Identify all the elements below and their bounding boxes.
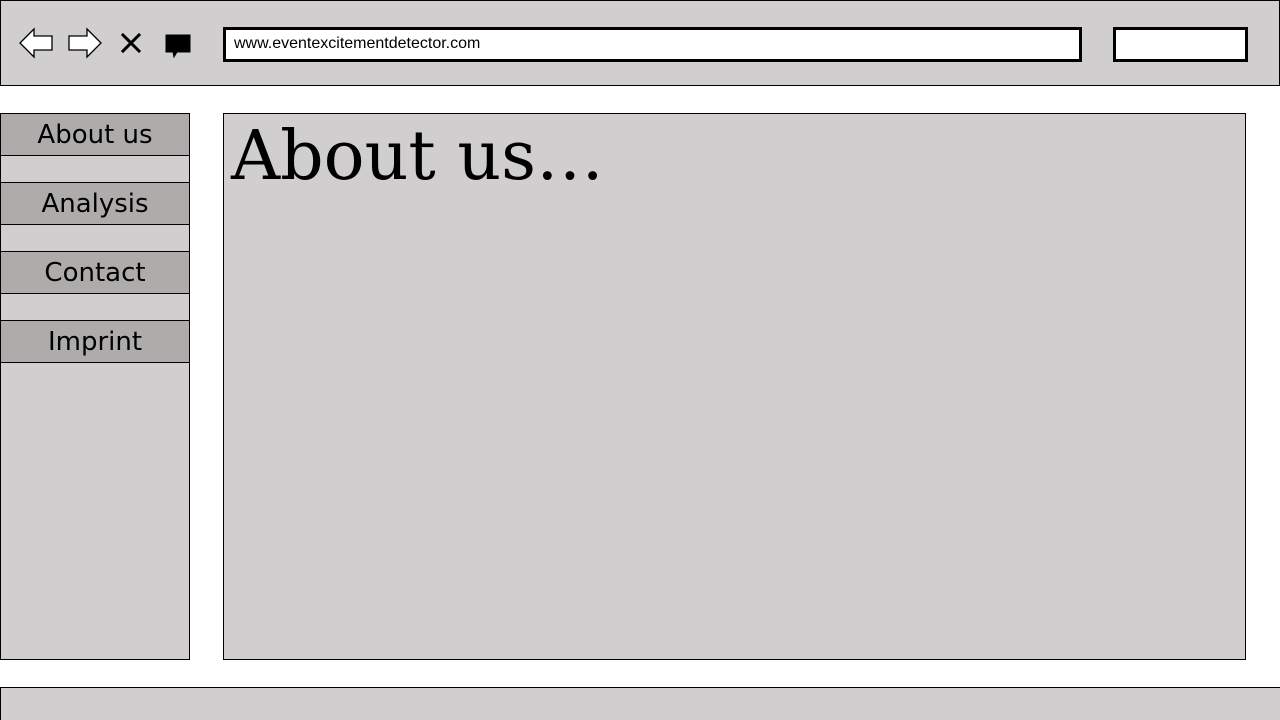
speech-bubble-icon bbox=[165, 34, 191, 59]
close-icon bbox=[120, 32, 142, 54]
sidebar-item-analysis[interactable]: Analysis bbox=[0, 182, 190, 225]
forward-button[interactable] bbox=[67, 25, 103, 61]
back-button[interactable] bbox=[18, 25, 54, 61]
sidebar-item-imprint[interactable]: Imprint bbox=[0, 320, 190, 363]
sidebar-item-contact[interactable]: Contact bbox=[0, 251, 190, 294]
chat-button[interactable] bbox=[160, 25, 196, 61]
url-text: www.eventexcitementdetector.com bbox=[234, 35, 481, 52]
forward-arrow-icon bbox=[68, 27, 102, 59]
page-title: About us… bbox=[231, 117, 605, 196]
browser-toolbar: www.eventexcitementdetector.com bbox=[0, 0, 1280, 86]
status-bar bbox=[0, 687, 1280, 720]
main-content-panel: About us… bbox=[223, 113, 1246, 660]
stop-button[interactable] bbox=[113, 25, 149, 61]
sidebar-item-about-us[interactable]: About us bbox=[0, 113, 190, 156]
back-arrow-icon bbox=[19, 27, 53, 59]
address-bar[interactable]: www.eventexcitementdetector.com bbox=[223, 27, 1082, 62]
search-input[interactable] bbox=[1113, 27, 1248, 62]
sidebar-divider bbox=[0, 224, 190, 252]
sidebar-divider bbox=[0, 293, 190, 321]
browser-window: www.eventexcitementdetector.com About us… bbox=[0, 0, 1280, 720]
sidebar-divider bbox=[0, 155, 190, 183]
sidebar-nav: About us Analysis Contact Imprint bbox=[0, 113, 190, 660]
